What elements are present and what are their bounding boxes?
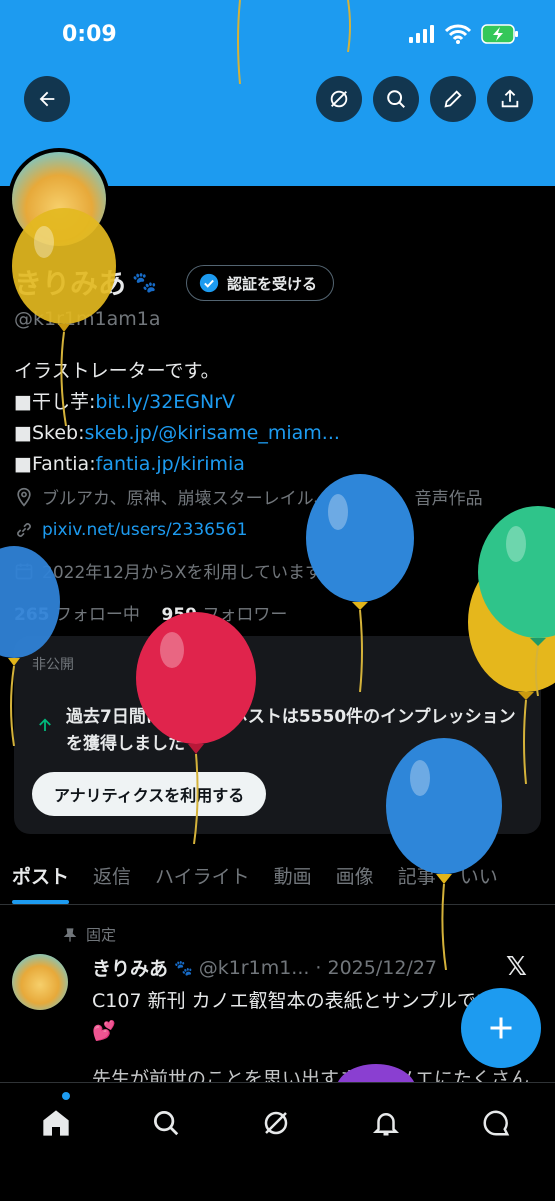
get-verified-label: 認証を受ける — [227, 274, 318, 293]
get-verified-button[interactable]: 認証を受ける — [186, 265, 335, 301]
profile-name: きりみあ 🐾 — [14, 262, 157, 302]
profile-handle: @k1r1m1am1a — [14, 308, 161, 330]
followers-link[interactable]: 959 フォロワー — [162, 605, 288, 625]
compose-button[interactable] — [461, 988, 541, 1068]
wifi-icon — [445, 24, 471, 44]
nav-home[interactable] — [36, 1103, 76, 1143]
nav-search[interactable] — [146, 1103, 186, 1143]
link-icon — [17, 523, 31, 537]
battery-charging-icon — [481, 24, 518, 44]
grok-icon — [264, 1111, 288, 1135]
paw-emoji: 🐾 — [132, 270, 157, 294]
chevron-right-icon: › — [330, 560, 337, 581]
following-link[interactable]: 265 フォロー中 — [14, 605, 140, 625]
pin-icon — [63, 927, 77, 942]
heart-emoji: 💕 — [92, 1020, 116, 1042]
location-icon — [17, 487, 31, 507]
grok-icon — [330, 90, 348, 108]
bio-link-skeb[interactable]: skeb.jp/@kirisame_miam... — [85, 422, 340, 444]
joined-text: 2022年12月からXを利用しています — [42, 563, 323, 583]
post-header: きりみあ 🐾 @k1r1m1... · 2025/12/27 — [92, 954, 437, 981]
status-time: 0:09 — [62, 22, 117, 47]
plus-icon — [490, 1017, 512, 1039]
pinned-label: 固定 — [86, 926, 117, 944]
profile-bio: イラストレーターです。 ■干し芋:bit.ly/32EGNrV ■Skeb:sk… — [14, 356, 340, 480]
pinned-indicator: 固定 — [62, 924, 116, 945]
paw-emoji: 🐾 — [174, 958, 193, 977]
close-icon[interactable]: ✕ — [505, 650, 523, 675]
home-notification-dot — [62, 1092, 70, 1100]
edit-button[interactable] — [430, 76, 476, 122]
bio-line: ■Skeb:skeb.jp/@kirisame_miam... — [14, 422, 340, 444]
category-text: ブルアカ、原神、崩壊スターレイル、アズレン、音声作品 — [42, 489, 483, 509]
follow-stats: 265 フォロー中 959 フォロワー — [14, 600, 287, 625]
system-icons — [409, 24, 519, 44]
bio-line: イラストレーターです。 — [14, 360, 220, 382]
share-icon — [501, 89, 519, 108]
analytics-text: 過去7日間にあなたのポストは5550件のインプレッションを獲得しました — [66, 707, 516, 754]
bio-line: ■干し芋:bit.ly/32EGNrV — [14, 391, 236, 413]
post-author-name[interactable]: きりみあ — [92, 954, 168, 981]
bio-link-hoshiimo[interactable]: bit.ly/32EGNrV — [95, 391, 235, 413]
analytics-button[interactable]: アナリティクスを利用する — [32, 772, 267, 816]
grok-button[interactable] — [316, 76, 362, 122]
tab-articles[interactable]: 記事 — [386, 848, 448, 904]
arrow-up-icon — [39, 718, 51, 731]
bell-icon — [372, 1113, 400, 1136]
private-label: 非公開 — [32, 657, 74, 673]
signal-icon — [409, 25, 434, 43]
profile-website: pixiv.net/users/2336561 — [14, 520, 247, 540]
website-link[interactable]: pixiv.net/users/2336561 — [42, 520, 247, 540]
message-icon — [483, 1110, 510, 1136]
analytics-card: 非公開 ✕ 過去7日間にあなたのポストは5550件のインプレッションを獲得しまし… — [14, 636, 541, 834]
profile-avatar[interactable] — [8, 148, 110, 250]
calendar-icon — [15, 563, 33, 579]
search-icon — [387, 90, 405, 108]
tab-highlights[interactable]: ハイライト — [143, 848, 262, 904]
arrow-left-icon — [39, 91, 55, 107]
tab-videos[interactable]: 動画 — [262, 848, 324, 904]
bottom-navigation — [0, 1082, 555, 1201]
post-date: · 2025/12/27 — [315, 956, 438, 979]
search-icon — [154, 1111, 179, 1136]
profile-category: ブルアカ、原神、崩壊スターレイル、アズレン、音声作品 — [14, 484, 483, 509]
home-icon — [43, 1110, 69, 1136]
status-bar: 0:09 — [0, 0, 555, 72]
verified-badge-icon — [199, 273, 219, 293]
back-button[interactable] — [24, 76, 70, 122]
tab-images[interactable]: 画像 — [324, 848, 386, 904]
tab-posts[interactable]: ポスト — [0, 848, 81, 904]
nav-notifications[interactable] — [366, 1103, 406, 1143]
bio-line: ■Fantia:fantia.jp/kirimia — [14, 453, 245, 475]
nav-messages[interactable] — [476, 1103, 516, 1143]
profile-joined: 2022年12月からXを利用しています › — [14, 558, 337, 583]
pencil-icon — [444, 90, 462, 108]
share-button[interactable] — [487, 76, 533, 122]
post-avatar[interactable] — [12, 954, 68, 1010]
nav-grok[interactable] — [256, 1103, 296, 1143]
bio-link-fantia[interactable]: fantia.jp/kirimia — [96, 453, 245, 475]
tab-replies[interactable]: 返信 — [81, 848, 143, 904]
x-logo-icon: 𝕏 — [506, 952, 527, 982]
post-author-handle: @k1r1m1... — [198, 956, 310, 979]
profile-tabs: ポスト 返信 ハイライト 動画 画像 記事 いい — [0, 848, 555, 905]
profile-name-text: きりみあ — [14, 267, 127, 300]
tab-likes[interactable]: いい — [448, 848, 510, 904]
search-button[interactable] — [373, 76, 419, 122]
